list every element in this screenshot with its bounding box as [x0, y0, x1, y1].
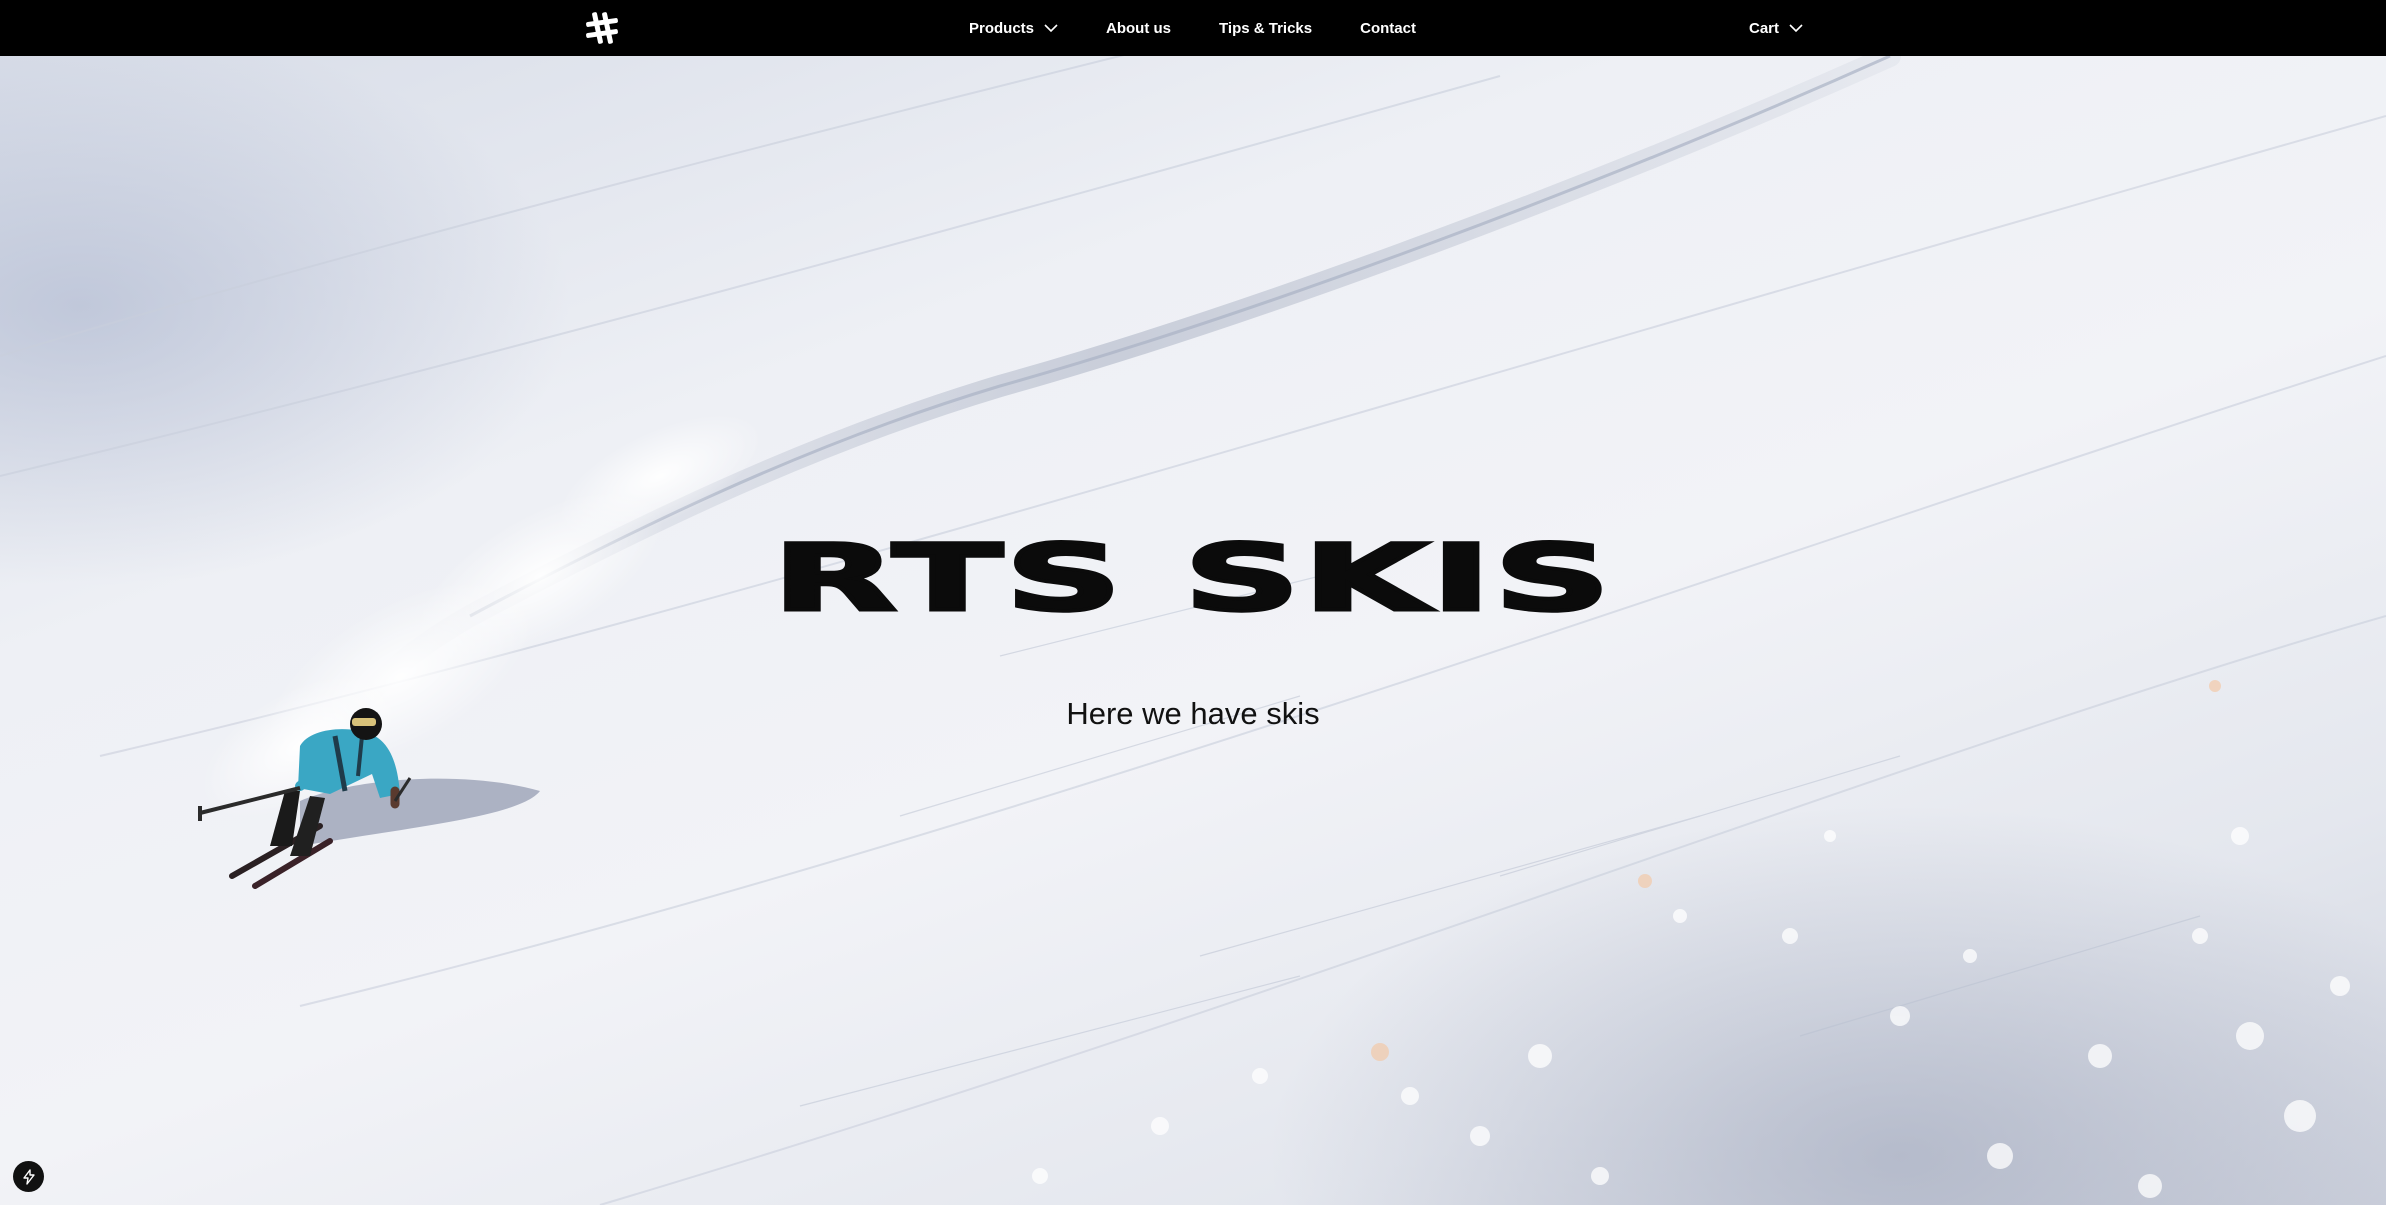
nav-products[interactable]: Products [969, 20, 1058, 37]
nav-about-us[interactable]: About us [1106, 20, 1171, 37]
cart-label: Cart [1749, 19, 1780, 37]
hero-section: RTS SKIS Here we have skis [0, 56, 2386, 1205]
page: Products About us Tips & Tricks Contact … [0, 0, 2386, 1205]
nav-tips-tricks-label: Tips & Tricks [1219, 19, 1313, 37]
hero-title: RTS SKIS [769, 524, 1614, 632]
nav-about-us-label: About us [1106, 19, 1172, 37]
top-navigation: Products About us Tips & Tricks Contact … [0, 0, 2386, 56]
lightning-bolt-icon[interactable] [13, 1161, 44, 1192]
cart-button[interactable]: Cart [1749, 0, 1803, 56]
nav-links: Products About us Tips & Tricks Contact [969, 0, 1416, 56]
hash-logo-icon[interactable] [585, 11, 619, 45]
chevron-down-icon [1789, 23, 1803, 32]
chevron-down-icon [1044, 23, 1058, 32]
badge-bolt-glyph [22, 1168, 35, 1185]
nav-products-label: Products [969, 19, 1035, 37]
nav-tips-tricks[interactable]: Tips & Tricks [1219, 20, 1312, 37]
nav-contact[interactable]: Contact [1360, 20, 1416, 37]
hero-subtitle: Here we have skis [1066, 696, 1320, 731]
nav-contact-label: Contact [1360, 19, 1416, 37]
